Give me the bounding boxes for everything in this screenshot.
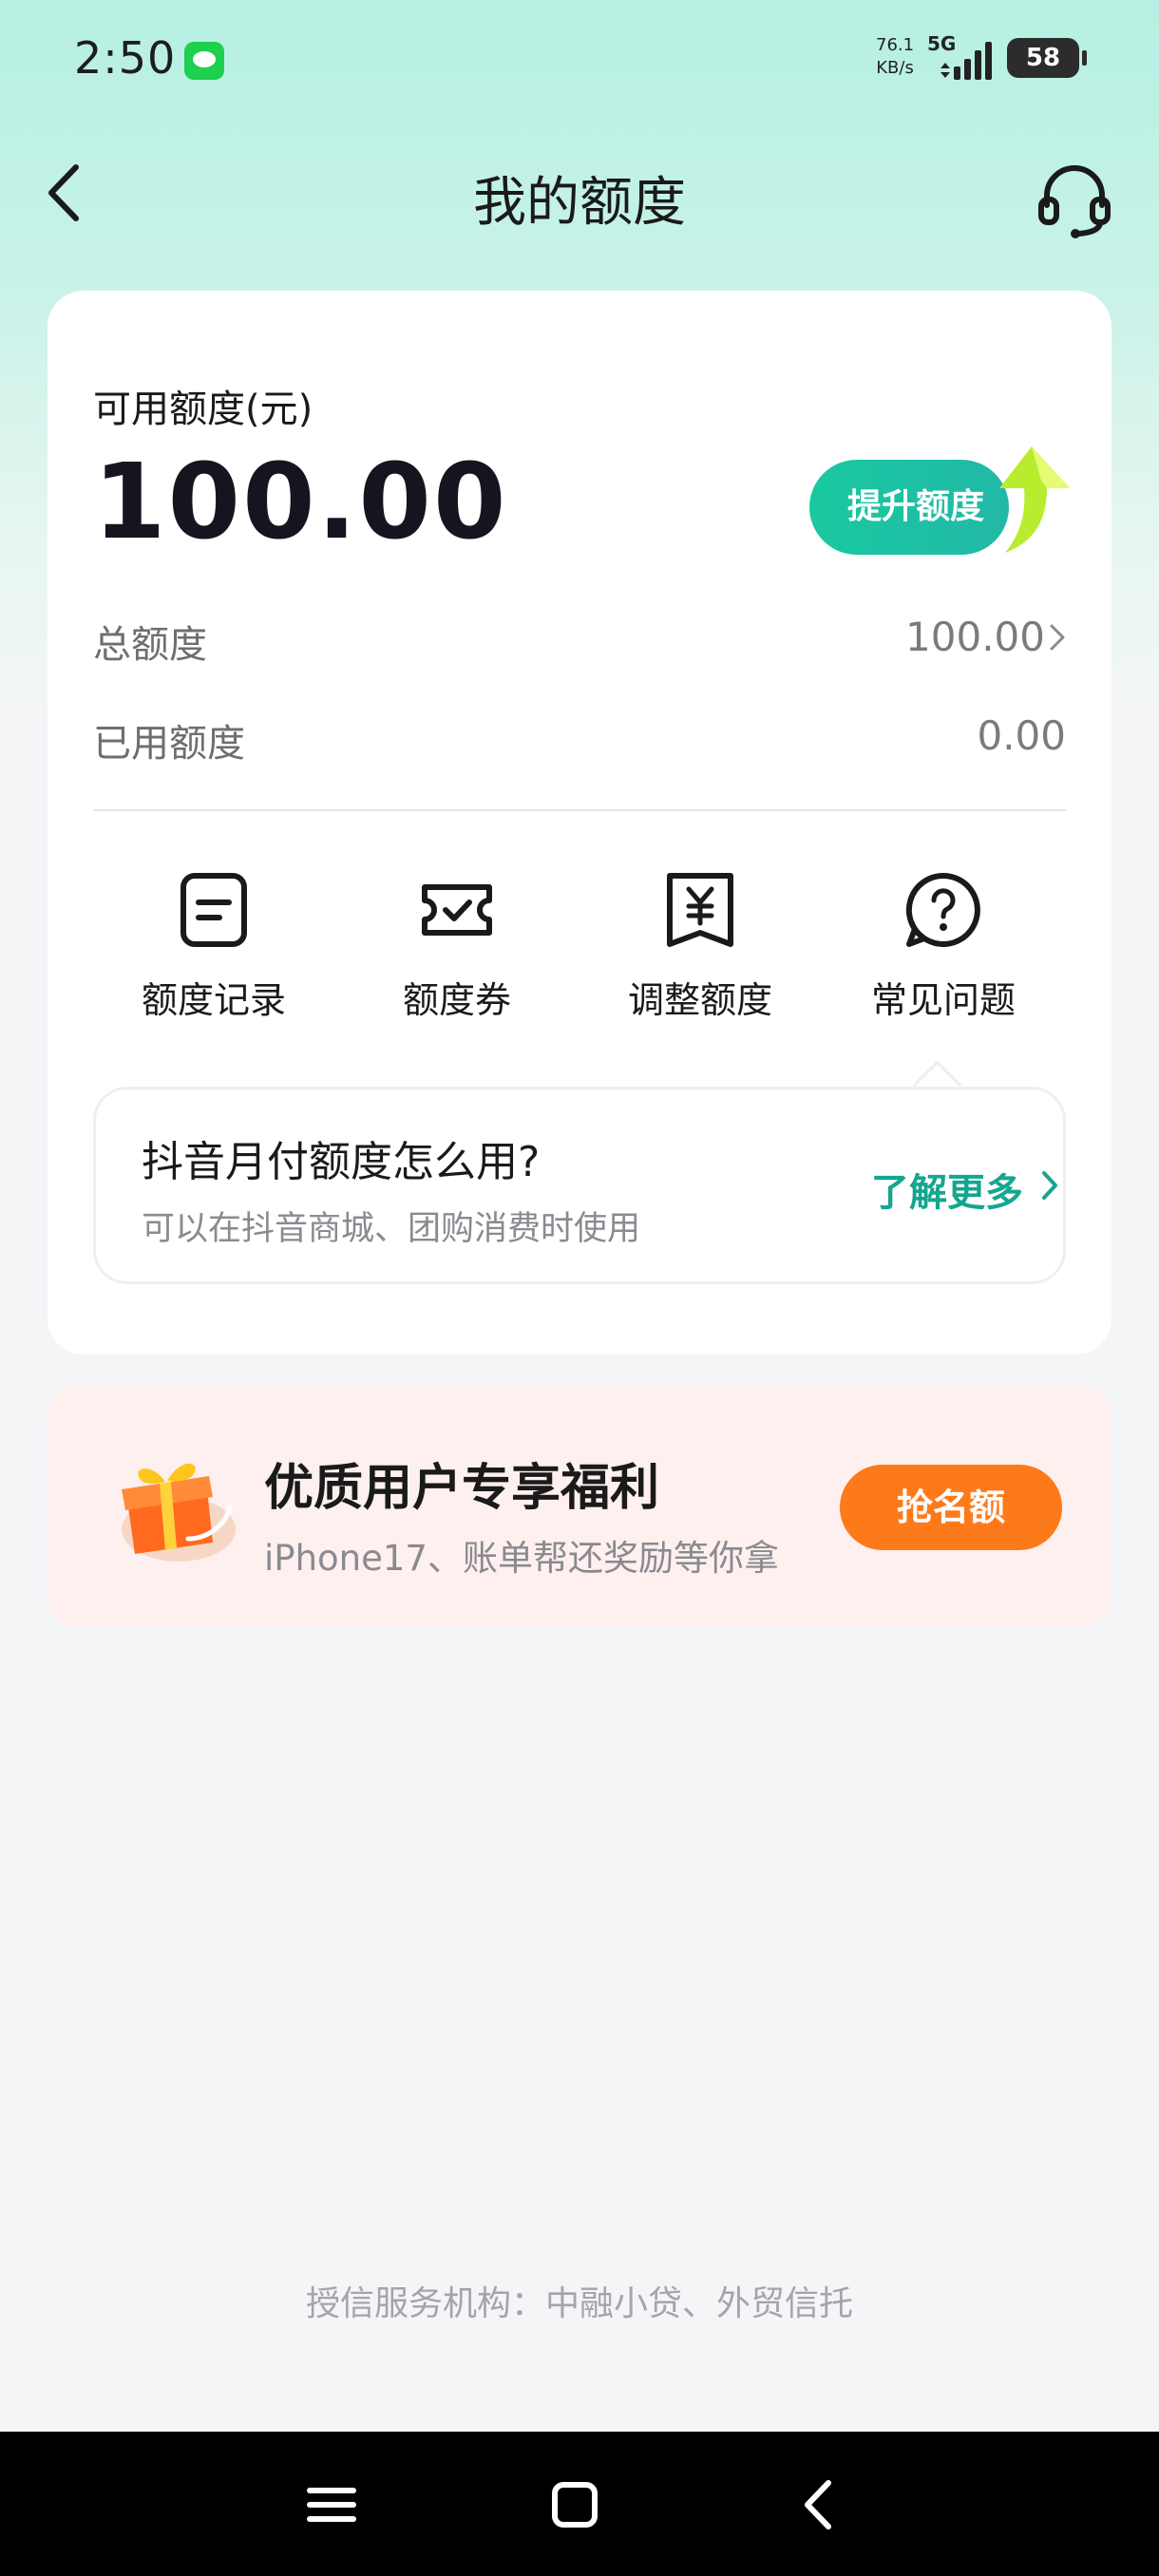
customer-service-headset-icon[interactable] [1034,158,1115,239]
up-arrow-icon [999,446,1070,553]
used-quota-value: 0.00 [977,712,1066,759]
document-icon [180,873,247,947]
quick-action-faq[interactable]: 常见问题 [822,870,1065,1041]
signal-icon [940,42,992,80]
total-quota-value: 100.00 [905,614,1045,660]
raise-quota-button[interactable]: 提升额度 [809,460,1009,555]
quick-action-quota-coupon[interactable]: 额度券 [335,870,579,1041]
gift-box-icon [122,1463,236,1562]
ticket-check-icon [422,884,492,936]
question-icon [905,872,980,947]
menu-icon[interactable] [298,2472,365,2538]
premium-benefit-banner[interactable]: 优质用户专享福利 iPhone17、账单帮还奖励等你拿 抢名额 [48,1385,1112,1628]
total-quota-label: 总额度 [93,623,207,667]
message-app-icon [184,42,224,80]
quick-action-label: 常见问题 [870,979,1016,1021]
quota-usage-info-box: 抖音月付额度怎么用? 可以在抖音商城、团购消费时使用 了解更多 [93,1087,1066,1284]
quick-action-label: 额度记录 [141,979,286,1021]
network-speed-value: 76.1 [876,35,915,55]
chevron-right-icon[interactable] [1040,1169,1059,1202]
used-quota-row: 已用额度 0.00 [93,712,1066,769]
used-quota-label: 已用额度 [93,722,245,766]
quick-action-adjust-quota[interactable]: 调整额度 [579,870,822,1041]
chevron-right-icon [1050,624,1065,651]
quick-action-quota-record[interactable]: 额度记录 [92,870,335,1041]
info-title: 抖音月付额度怎么用? [142,1138,541,1186]
benefit-subtitle: iPhone17、账单帮还奖励等你拿 [264,1538,779,1579]
status-time: 2:50 [74,32,177,84]
page-header: 我的额度 [0,142,1159,247]
quick-action-label: 额度券 [402,979,511,1021]
quick-action-label: 调整额度 [627,979,772,1021]
quota-card: 可用额度(元) 100.00 提升额度 总额度 100.00 已用额度 0.00… [48,291,1112,1354]
nav-back-icon[interactable] [787,2472,853,2538]
network-speed: 76.1 KB/s [876,34,914,80]
battery-icon: 58 [1007,38,1087,78]
available-quota-amount: 100.00 [93,441,508,562]
grab-spot-button[interactable]: 抢名额 [840,1465,1062,1550]
system-navigation-bar [0,2432,1159,2576]
benefit-title: 优质用户专享福利 [264,1460,660,1517]
total-quota-row[interactable]: 总额度 100.00 [93,614,1066,671]
network-speed-unit: KB/s [876,58,914,78]
yuan-tag-icon [667,873,733,947]
credit-institution-footer: 授信服务机构：中融小贷、外贸信托 [305,2284,853,2323]
status-bar: 2:50 76.1 KB/s 5G 58 [0,0,1159,123]
home-square-icon[interactable] [542,2472,608,2538]
page-title: 我的额度 [473,172,686,234]
available-quota-label: 可用额度(元) [93,388,314,431]
learn-more-link[interactable]: 了解更多 [871,1162,1023,1217]
info-subtitle: 可以在抖音商城、团购消费时使用 [142,1210,641,1248]
divider [93,809,1066,811]
